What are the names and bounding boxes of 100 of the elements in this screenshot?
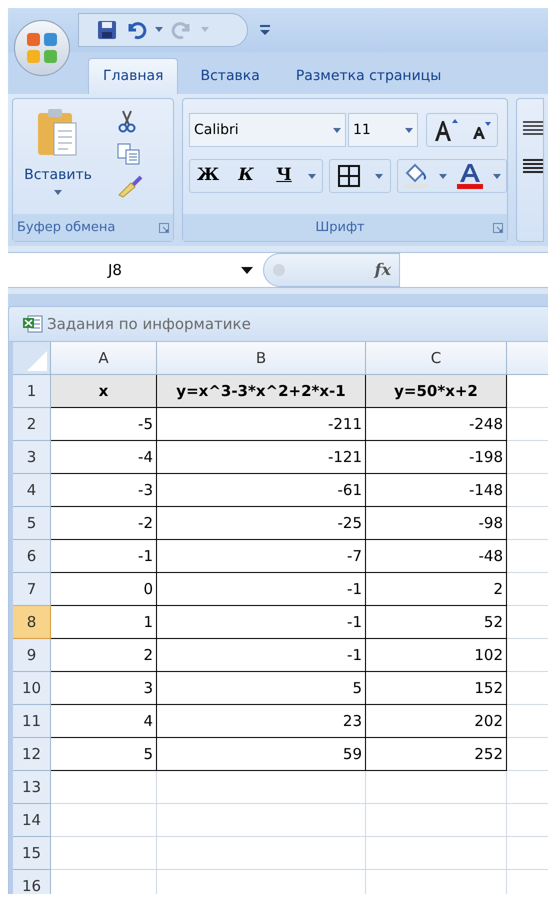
copy-icon[interactable] — [117, 143, 141, 165]
row-header[interactable]: 4 — [13, 474, 51, 507]
align-icon[interactable] — [523, 121, 543, 135]
table-cell: -4 — [51, 441, 157, 474]
table-cell: -61 — [157, 474, 366, 507]
caret-icon — [241, 266, 253, 274]
row-header[interactable]: 5 — [13, 507, 51, 540]
table-cell: 1 — [51, 606, 157, 639]
row-header[interactable]: 2 — [13, 408, 51, 441]
caret-icon — [405, 128, 413, 132]
table-cell: y=50*x+2 — [366, 375, 507, 408]
table-cell: -248 — [366, 408, 507, 441]
table-cell: -1 — [157, 606, 366, 639]
table-cell: -5 — [51, 408, 157, 441]
table-cell: -98 — [366, 507, 507, 540]
group-label: Шрифт — [314, 218, 366, 237]
table-cell: 2 — [366, 573, 507, 606]
table-cell: 52 — [366, 606, 507, 639]
table-cell: -1 — [157, 639, 366, 672]
slider-knob-icon — [272, 263, 286, 277]
table-cell: 5 — [157, 672, 366, 705]
row-header[interactable]: 7 — [13, 573, 51, 606]
underline-button[interactable]: Ч — [266, 160, 302, 192]
spreadsheet-icon — [23, 315, 43, 333]
borders-icon[interactable] — [338, 165, 360, 187]
table-cell: 252 — [366, 738, 507, 771]
bold-button[interactable]: Ж — [190, 160, 226, 192]
grow-font-icon[interactable] — [432, 117, 458, 143]
corner-triangle-icon — [27, 351, 47, 371]
table-cell: -121 — [157, 441, 366, 474]
row-header[interactable]: 8 — [13, 606, 51, 639]
align-icon[interactable] — [523, 159, 543, 173]
table-cell: 5 — [51, 738, 157, 771]
table-cell: -1 — [157, 573, 366, 606]
table-cell: 102 — [366, 639, 507, 672]
caret-icon[interactable] — [308, 174, 316, 178]
caret-icon — [333, 128, 341, 132]
font-size: 11 — [353, 120, 371, 140]
dialog-launcher-icon[interactable] — [493, 222, 503, 232]
table-cell: 59 — [157, 738, 366, 771]
italic-button[interactable]: К — [226, 160, 266, 192]
font-name-field[interactable]: Calibri — [189, 113, 346, 147]
table-cell: -3 — [51, 474, 157, 507]
dialog-launcher-icon[interactable] — [159, 222, 169, 232]
column-header[interactable]: B — [157, 342, 366, 375]
customize-toolbar-icon[interactable] — [260, 24, 270, 36]
table-cell: 202 — [366, 705, 507, 738]
font-color-icon[interactable] — [457, 162, 483, 190]
row-header[interactable]: 12 — [13, 738, 51, 771]
table-cell: 4 — [51, 705, 157, 738]
cell-reference: J8 — [108, 260, 122, 281]
scissors-icon[interactable] — [117, 109, 137, 133]
table-cell: 152 — [366, 672, 507, 705]
save-icon[interactable] — [97, 20, 117, 40]
name-box[interactable]: J8 — [8, 258, 263, 282]
caret-icon[interactable] — [155, 27, 163, 33]
caret-icon[interactable] — [493, 174, 501, 178]
row-header[interactable]: 3 — [13, 441, 51, 474]
ribbon-tab[interactable]: Разметка страницы — [282, 58, 456, 94]
ribbon-tab[interactable]: Вставка — [186, 58, 274, 94]
table-cell: 0 — [51, 573, 157, 606]
table-cell: -7 — [157, 540, 366, 573]
table-cell: -1 — [51, 540, 157, 573]
fill-bucket-icon[interactable] — [403, 163, 429, 189]
brush-icon[interactable] — [117, 175, 143, 199]
font-size-field[interactable]: 11 — [348, 113, 418, 147]
row-header[interactable]: 16 — [13, 870, 51, 894]
row-header[interactable]: 1 — [13, 375, 51, 408]
column-header[interactable]: A — [51, 342, 157, 375]
row-header[interactable]: 6 — [13, 540, 51, 573]
row-header[interactable]: 14 — [13, 804, 51, 837]
workbook-title: Задания по информатике — [47, 314, 251, 335]
row-header[interactable]: 11 — [13, 705, 51, 738]
group-label: Буфер обмена — [17, 218, 116, 237]
caret-icon — [54, 190, 62, 195]
table-cell: -198 — [366, 441, 507, 474]
font-name: Calibri — [194, 120, 239, 140]
column-header[interactable]: C — [366, 342, 507, 375]
caret-icon[interactable] — [374, 174, 382, 178]
row-header[interactable]: 15 — [13, 837, 51, 870]
table-cell: -48 — [366, 540, 507, 573]
ribbon-tab[interactable]: Главная — [88, 58, 178, 94]
row-header[interactable]: 13 — [13, 771, 51, 804]
row-header[interactable]: 10 — [13, 672, 51, 705]
table-cell: -148 — [366, 474, 507, 507]
caret-icon[interactable] — [439, 174, 447, 178]
table-cell: 2 — [51, 639, 157, 672]
table-cell: 3 — [51, 672, 157, 705]
table-cell: -211 — [157, 408, 366, 441]
table-cell: -2 — [51, 507, 157, 540]
caret-icon — [201, 27, 209, 33]
paste-label: Вставить — [24, 166, 92, 185]
office-logo-icon — [25, 31, 59, 65]
table-cell: x — [51, 375, 157, 408]
table-cell: -25 — [157, 507, 366, 540]
paste-button[interactable]: Вставить — [13, 99, 103, 214]
row-header[interactable]: 9 — [13, 639, 51, 672]
table-cell: 23 — [157, 705, 366, 738]
table-cell: y=x^3-3*x^2+2*x-1 — [157, 375, 366, 408]
insert-function-button[interactable]: fx — [374, 258, 391, 282]
